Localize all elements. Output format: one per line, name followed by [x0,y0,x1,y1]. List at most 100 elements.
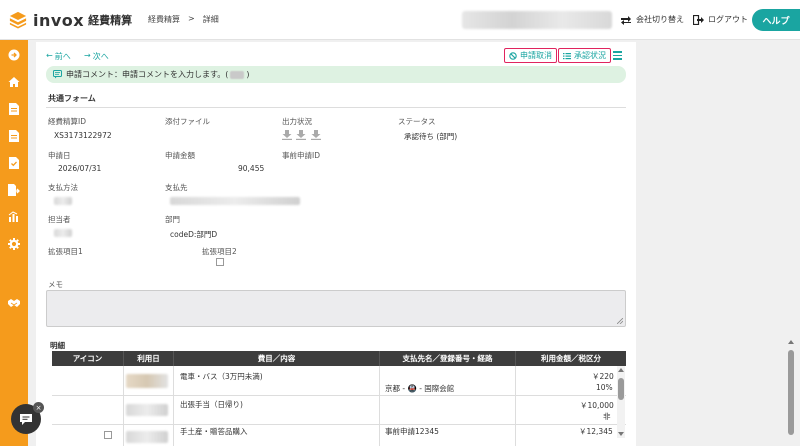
table-row[interactable]: 電車・バス（3万円未満) 京都 - 🚇 - 国際会館 ￥220 10% [52,366,626,396]
expense-item: 出張手当（日帰り) [180,400,243,409]
payment-method-value [54,197,72,205]
breadcrumb-separator: > [188,14,195,23]
expense-id-label: 経費精算ID [48,117,86,126]
form-section-title: 共通フォーム [48,94,96,103]
scroll-down-icon[interactable] [618,432,624,436]
comment-text: 申請コメント：申請コメントを入力します。( [66,70,229,79]
prev-label: 前へ [54,52,71,61]
status-value: 承認待ち (部門) [404,132,458,141]
document-export-icon[interactable] [8,184,20,196]
comment-icon [53,70,62,79]
table-row[interactable]: 手土産・贈答品購入 事前申請12345 ￥12,345 [52,425,626,446]
ban-icon [509,51,517,60]
usage-date-blur [126,404,168,416]
department-label: 部門 [165,215,180,224]
usage-date-blur [126,431,168,443]
hamburger-menu-icon[interactable] [613,51,622,60]
memo-textarea[interactable] [46,290,626,327]
extension-field-2-label: 拡張項目2 [202,247,237,256]
scroll-thumb[interactable] [618,378,624,400]
status-label: ステータス [398,117,436,126]
download-icon[interactable] [282,130,292,140]
table-scrollbar[interactable] [617,366,625,438]
document-icon[interactable] [8,130,20,142]
approval-status-button[interactable]: 承認状況 [558,48,611,63]
breadcrumb-current: 詳細 [202,15,219,24]
chat-icon [20,413,32,425]
payee-label: 支払先 [165,183,188,192]
comment-user-blur [230,70,245,79]
close-icon[interactable]: × [33,402,44,413]
breadcrumb-section[interactable]: 経費精算 [148,14,180,25]
table-row[interactable]: 出張手当（日帰り) ￥10,000 非 [52,396,626,425]
extension-field-1-label: 拡張項目1 [48,247,83,256]
usage-date-blur [126,374,168,388]
payee-route: 京都 - 🚇 - 国際会館 [385,384,455,393]
app-logo[interactable]: invox 経費精算 [9,10,132,30]
column-header: 利用金額／税区分 [541,354,601,363]
row-checkbox[interactable] [104,431,112,439]
request-comment-banner: 申請コメント：申請コメントを入力します。( ) [46,66,626,83]
payee-value [170,197,300,205]
column-header: アイコン [52,351,124,366]
extension-field-2-checkbox[interactable] [216,258,224,266]
arrow-left-icon: ← [46,51,53,60]
list-icon [563,52,571,59]
expense-item: 電車・バス（3万円未満) [180,372,263,381]
column-header: 費目／内容 [174,351,380,366]
department-value: codeD:部門D [170,230,218,239]
breadcrumb: 経費精算 > 詳細 [148,14,219,25]
tax-category: 非 [603,412,611,421]
app-header: invox 経費精算 経費精算 > 詳細 会社切り替え ログアウト ヘルプ [0,0,800,40]
logout-label: ログアウト [708,15,748,24]
help-button[interactable]: ヘルプ [752,9,800,31]
comment-suffix: ) [246,70,250,79]
logo-text: invox [33,10,85,30]
detail-table-title: 明細 [50,341,65,350]
document-icon[interactable] [8,103,20,115]
scroll-up-icon[interactable] [618,368,624,372]
document-check-icon[interactable] [8,157,20,169]
handshake-icon[interactable] [8,297,20,309]
page-scrollbar[interactable] [785,300,797,446]
amount: ￥220 [592,372,614,381]
divider [46,107,626,108]
arrow-right-circle-icon[interactable] [8,49,20,61]
download-icon[interactable] [311,130,321,140]
prev-link[interactable]: ← 前へ [46,51,71,62]
cancel-request-button[interactable]: 申請取消 [504,48,557,63]
resize-handle-icon[interactable] [617,318,623,324]
logo-subtitle: 経費精算 [88,14,133,27]
request-date-value: 2026/07/31 [58,164,102,173]
next-link[interactable]: → 次へ [84,51,109,62]
amount: ￥10,000 [580,401,614,410]
scroll-thumb[interactable] [788,350,794,435]
chart-icon[interactable] [8,211,20,223]
next-label: 次へ [92,52,109,61]
scroll-up-icon[interactable] [788,340,794,344]
sidebar [0,40,28,446]
switch-company-label: 会社切り替え [636,15,684,24]
swap-icon [621,15,631,25]
memo-label: メモ [48,280,63,289]
cancel-request-label: 申請取消 [520,51,552,60]
logout-icon [693,14,704,25]
tax-category: 10% [596,383,613,392]
logout-button[interactable]: ログアウト [693,14,748,25]
attachment-label: 添付ファイル [165,117,210,126]
home-icon[interactable] [8,76,20,88]
column-header: 利用日 [124,351,174,366]
logo-icon [9,11,27,29]
expense-item: 手土産・贈答品購入 [180,427,248,436]
person-in-charge-label: 担当者 [48,215,71,224]
gear-icon[interactable] [8,238,20,250]
arrow-right-icon: → [84,51,91,60]
person-in-charge-value [54,229,72,237]
switch-company-button[interactable]: 会社切り替え [620,14,684,25]
prior-request-id-label: 事前申請ID [282,151,320,160]
download-icon[interactable] [296,130,306,140]
request-date-label: 申請日 [48,151,71,160]
detail-table-body: 電車・バス（3万円未満) 京都 - 🚇 - 国際会館 ￥220 10% 出張手当… [52,366,626,446]
payee-route: 事前申請12345 [385,427,439,436]
detail-table-header: アイコン 利用日 費目／内容 支払先名／登録番号・経路 利用金額／税区分 [52,351,626,366]
